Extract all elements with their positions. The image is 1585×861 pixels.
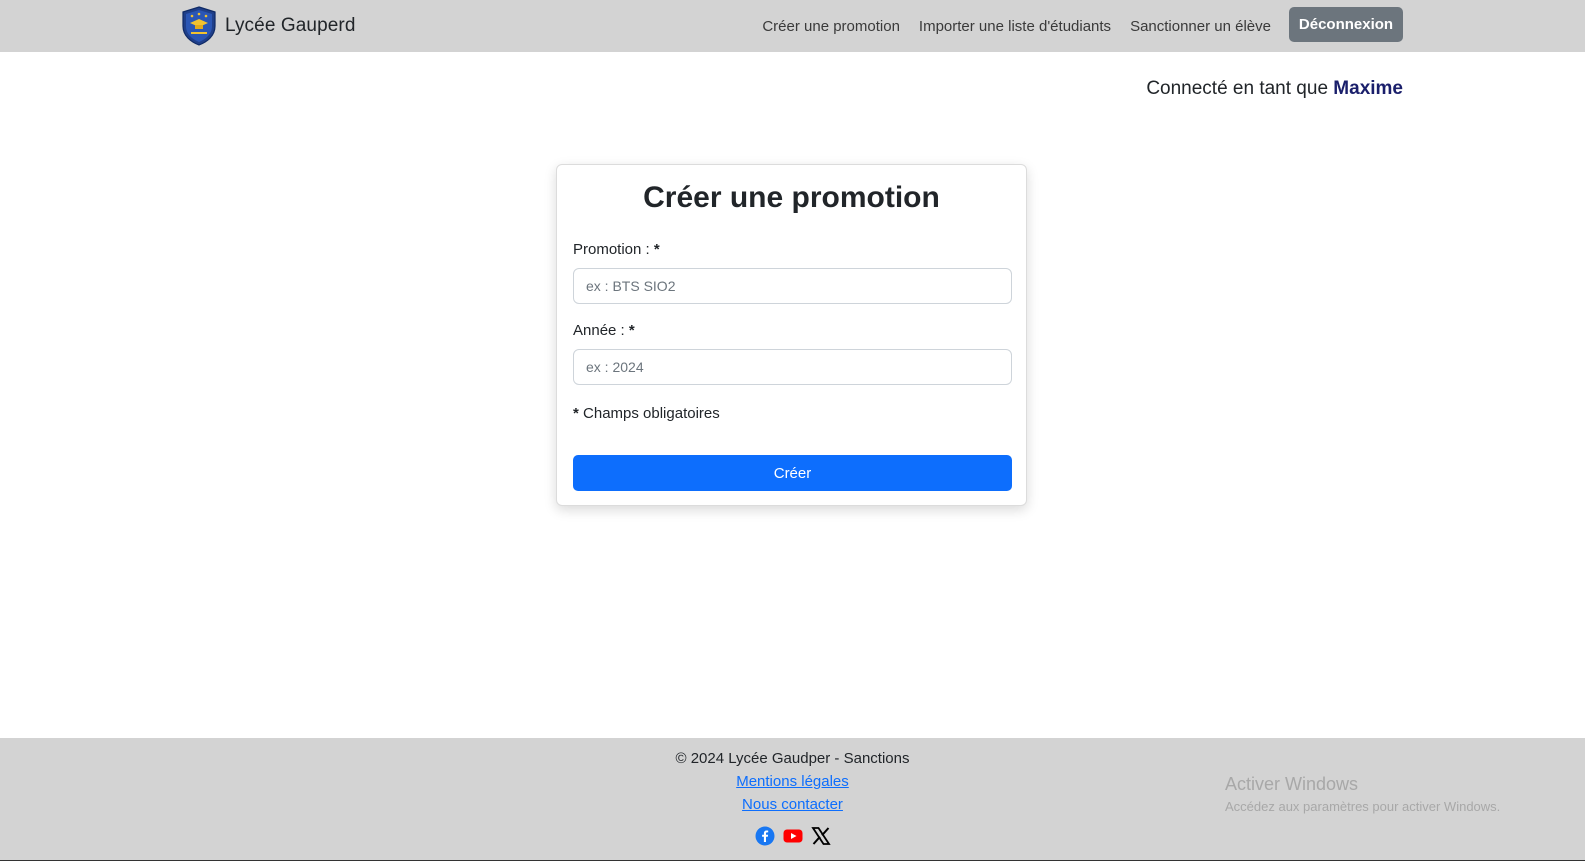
required-asterisk: * [653,241,660,258]
create-promotion-card: Créer une promotion Promotion : * Année … [556,164,1027,506]
page-title: Créer une promotion [643,181,940,214]
promotion-label-text: Promotion : [573,241,650,258]
promotion-label: Promotion : * [573,241,660,258]
activation-subtitle: Accédez aux paramètres pour activer Wind… [1225,799,1501,814]
social-links [0,826,1585,846]
annee-label: Année : * [573,322,635,339]
footer-copyright: © 2024 Lycée Gaudper - Sanctions [675,750,910,767]
nav-link-sanction-student[interactable]: Sanctionner un élève [1130,18,1271,35]
required-note-text: Champs obligatoires [583,405,720,422]
connected-username: Maxime [1333,78,1403,99]
contact-link[interactable]: Nous contacter [742,796,843,813]
top-navbar: Lycée Gauperd Créer une promotion Import… [0,0,1585,52]
activation-title: Activer Windows [1225,774,1359,794]
school-crest-icon [182,6,216,46]
brand-name: Lycée Gauperd [225,15,356,36]
nav-link-create-promotion[interactable]: Créer une promotion [762,18,900,35]
nav-link-import-students[interactable]: Importer une liste d'étudiants [919,18,1111,35]
logout-button[interactable]: Déconnexion [1289,7,1403,42]
legal-notice-link[interactable]: Mentions légales [736,773,849,790]
windows-activation-watermark: Activer Windows Accédez aux paramètres p… [1225,774,1500,814]
brand-link[interactable]: Lycée Gauperd [181,5,356,47]
annee-input[interactable] [573,349,1012,385]
required-asterisk: * [628,322,635,339]
page-footer: © 2024 Lycée Gaudper - Sanctions Mention… [0,738,1585,861]
connected-user-status: Connecté en tant que Maxime [1146,78,1403,100]
youtube-icon[interactable] [783,826,803,846]
create-button[interactable]: Créer [573,455,1012,491]
promotion-input[interactable] [573,268,1012,304]
annee-label-text: Année : [573,322,625,339]
required-fields-note: * Champs obligatoires [573,405,720,422]
required-asterisk: * [573,405,579,422]
x-icon[interactable] [810,826,831,846]
facebook-icon[interactable] [755,826,775,846]
nav-links: Créer une promotion Importer une liste d… [762,0,1271,52]
connected-prefix: Connecté en tant que [1146,78,1329,99]
